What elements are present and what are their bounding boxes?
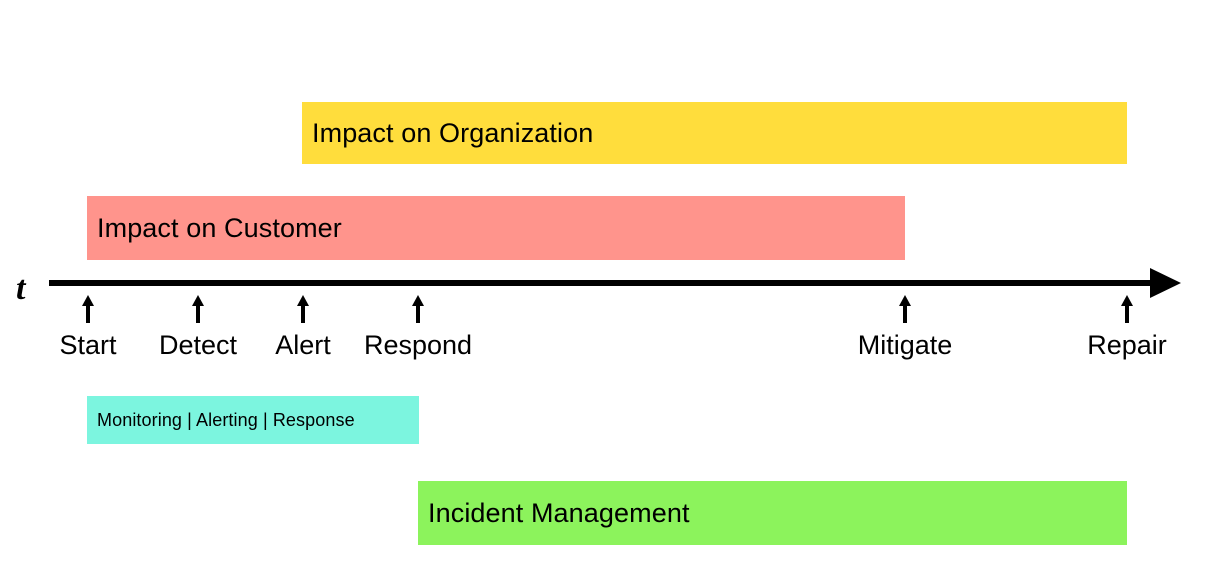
bar-impact-on-customer: Impact on Customer <box>87 196 905 260</box>
milestone-label-alert: Alert <box>275 330 331 360</box>
bar-incident-management-label: Incident Management <box>428 497 690 528</box>
bar-impact-on-organization-label: Impact on Organization <box>312 117 594 148</box>
bar-impact-on-customer-label: Impact on Customer <box>97 212 342 243</box>
tick-stem <box>416 302 420 323</box>
timeline-diagram: Impact on Organization Impact on Custome… <box>0 0 1212 583</box>
bar-monitoring-alerting-response: Monitoring | Alerting | Response <box>87 396 419 444</box>
tick-stem <box>301 302 305 323</box>
milestone-label-mitigate: Mitigate <box>857 330 953 360</box>
axis-variable-label: t <box>16 270 26 307</box>
bar-monitoring-alerting-response-label: Monitoring | Alerting | Response <box>97 409 355 430</box>
tick-stem <box>903 302 907 323</box>
axis-line <box>49 280 1165 286</box>
tick-stem <box>1125 302 1129 323</box>
tick-stem <box>86 302 90 323</box>
milestone-label-repair: Repair <box>1087 330 1167 360</box>
bar-incident-management: Incident Management <box>418 481 1127 545</box>
arrow-right-icon <box>1150 268 1181 298</box>
milestone-label-start: Start <box>59 330 117 360</box>
tick-stem <box>196 302 200 323</box>
bar-impact-on-organization: Impact on Organization <box>302 102 1127 164</box>
milestone-label-respond: Respond <box>363 330 473 360</box>
milestone-label-detect: Detect <box>158 330 238 360</box>
